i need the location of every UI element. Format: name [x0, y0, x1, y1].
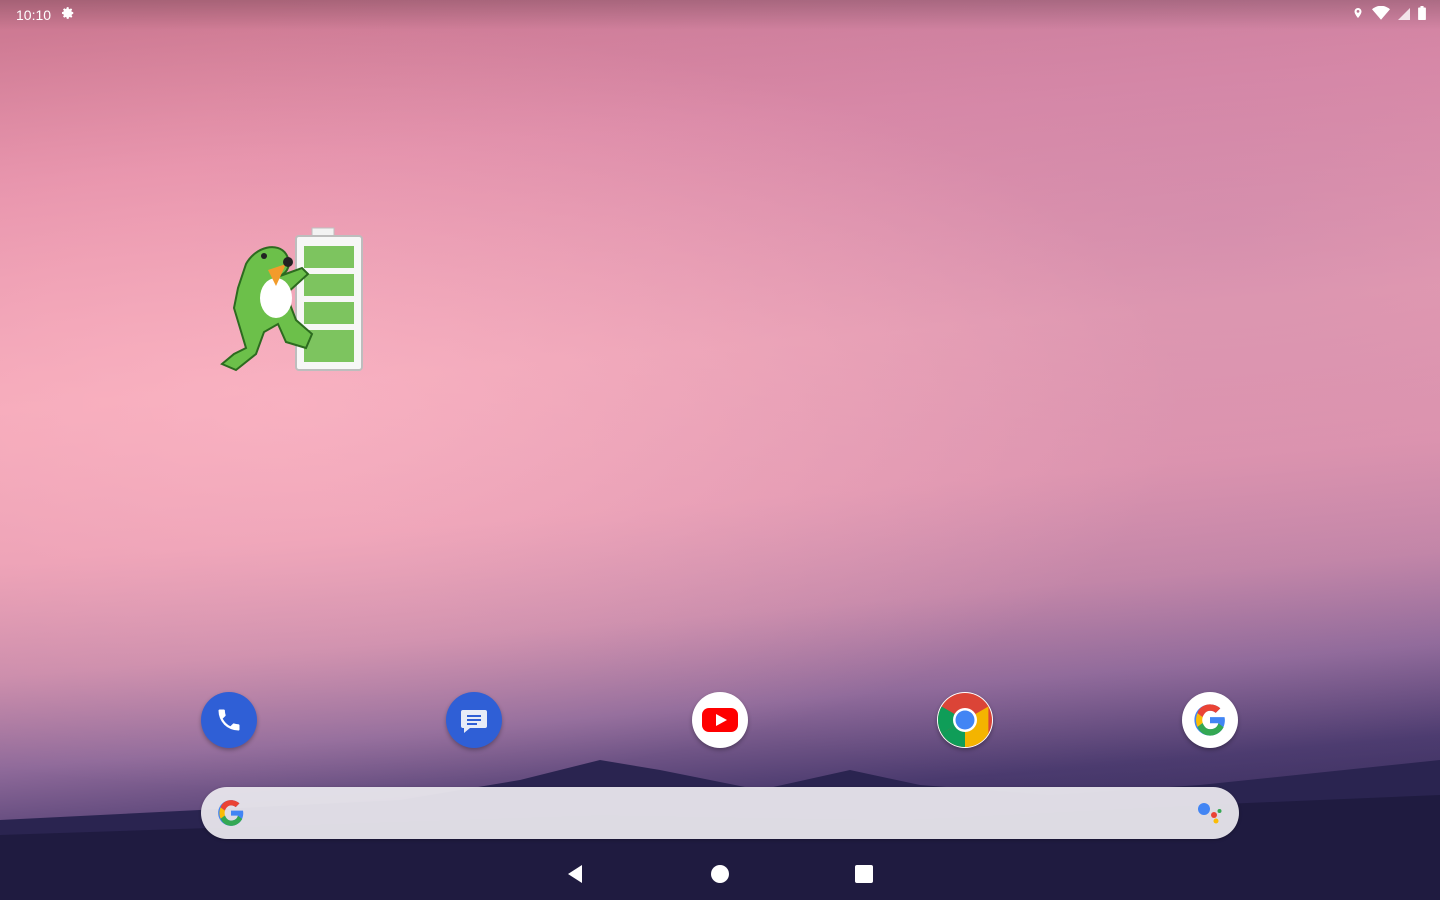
signal-icon — [1398, 7, 1410, 23]
google-search-bar[interactable] — [201, 787, 1239, 839]
location-icon — [1352, 6, 1364, 23]
youtube-icon[interactable] — [692, 692, 748, 748]
status-bar: 10:10 — [0, 0, 1440, 30]
messages-icon[interactable] — [446, 692, 502, 748]
google-icon[interactable] — [1182, 692, 1238, 748]
clock: 10:10 — [16, 6, 52, 23]
google-g-icon[interactable] — [217, 799, 245, 832]
chrome-icon[interactable] — [937, 692, 993, 748]
battery-icon — [1418, 6, 1426, 23]
home-icon[interactable] — [704, 858, 736, 890]
back-icon[interactable] — [560, 858, 592, 890]
navigation-bar — [0, 848, 1440, 900]
search-input[interactable] — [263, 797, 1167, 831]
recents-icon[interactable] — [848, 858, 880, 890]
gecko-battery-widget-icon[interactable] — [216, 224, 366, 374]
wifi-icon — [1372, 5, 1390, 23]
settings-gear-icon — [61, 6, 75, 23]
phone-icon[interactable] — [201, 692, 257, 748]
google-assistant-icon[interactable] — [1197, 801, 1223, 830]
